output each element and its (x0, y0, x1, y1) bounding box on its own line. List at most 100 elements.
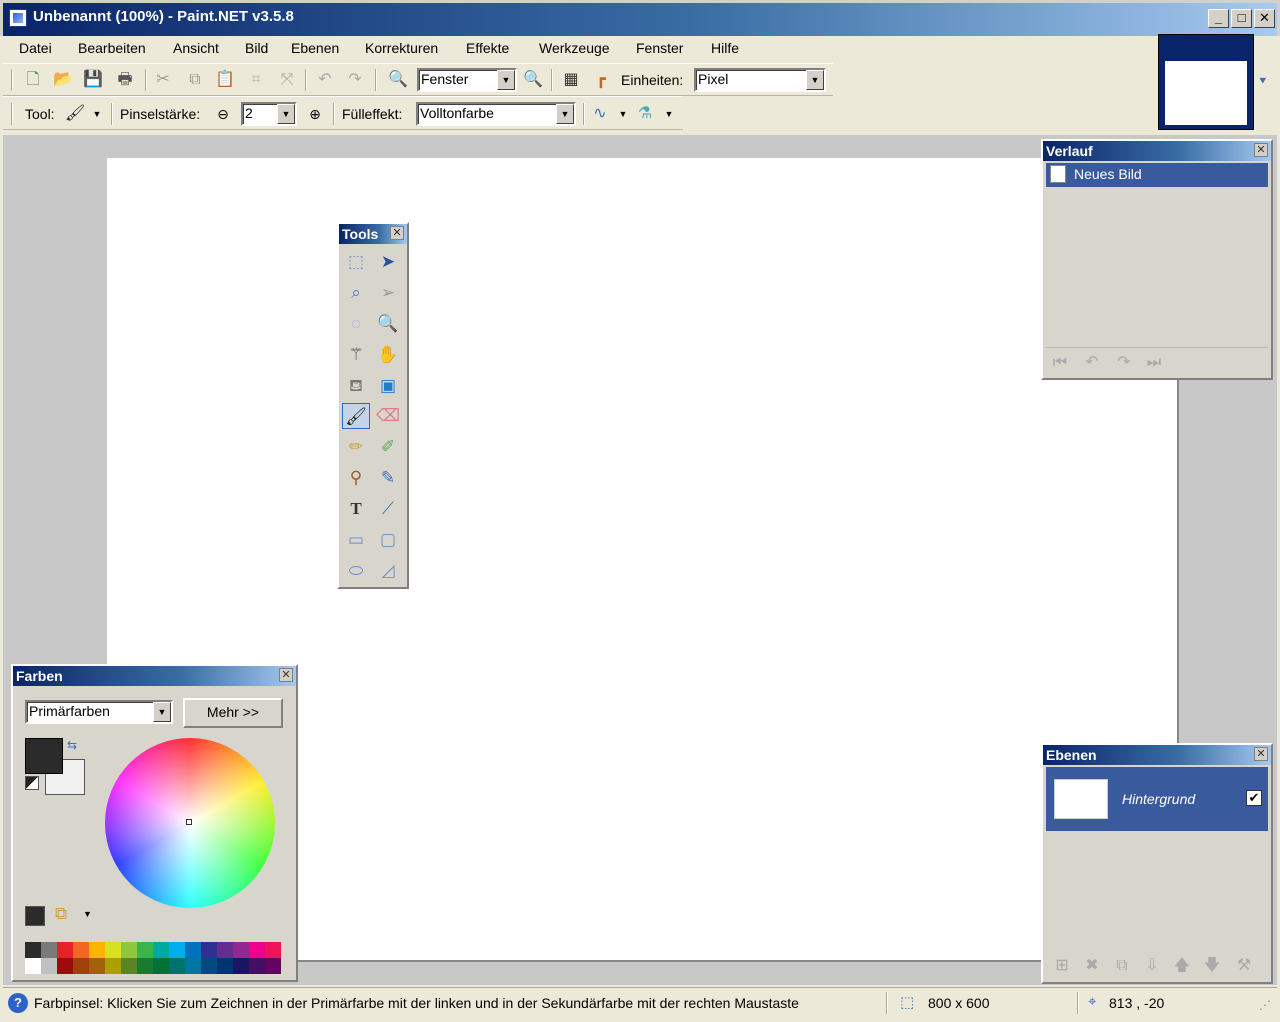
copy-icon[interactable]: ⧉ (185, 70, 205, 90)
text-icon[interactable]: T (342, 496, 370, 522)
minimize-button[interactable]: _ (1208, 9, 1229, 28)
palette-swatch[interactable] (265, 958, 281, 974)
antialias-icon[interactable]: ∿ (590, 104, 610, 124)
move-selection-icon[interactable]: ➢ (374, 280, 402, 306)
menu-bild[interactable]: Bild (245, 40, 268, 56)
more-button[interactable]: Mehr >> (183, 698, 283, 728)
brush-width-select[interactable]: 2 ▼ (241, 102, 297, 126)
palette-swatch[interactable] (249, 958, 265, 974)
magic-wand-icon[interactable]: ⚚ (342, 342, 370, 368)
blend-mode-icon[interactable]: ⚗ (635, 104, 655, 124)
color-picker-icon[interactable]: ✐ (374, 434, 402, 460)
layer-properties-icon[interactable]: ⚒ (1234, 956, 1254, 976)
palette-swatch[interactable] (201, 942, 217, 958)
history-item[interactable]: Neues Bild (1046, 163, 1268, 187)
palette-swatch[interactable] (137, 958, 153, 974)
palette-swatch[interactable] (233, 958, 249, 974)
clone-stamp-icon[interactable]: ⚲ (342, 465, 370, 491)
zoom-in-icon[interactable]: 🔍 (523, 70, 543, 90)
palette-swatch[interactable] (57, 942, 73, 958)
close-icon[interactable]: ✕ (1254, 747, 1268, 761)
palette-swatch[interactable] (57, 958, 73, 974)
eraser-icon[interactable]: ⌫ (374, 403, 402, 429)
palette-swatch[interactable] (185, 958, 201, 974)
color-mode-select[interactable]: Primärfarben ▼ (25, 700, 173, 724)
redo-icon[interactable]: ↷ (1114, 353, 1134, 373)
palette-swatch[interactable] (41, 942, 57, 958)
menu-fenster[interactable]: Fenster (636, 40, 683, 56)
palette-swatch[interactable] (73, 942, 89, 958)
paintbrush-icon[interactable]: 🖌 (342, 403, 370, 429)
palette-swatch[interactable] (105, 958, 121, 974)
swap-colors-icon[interactable]: ⇆ (67, 738, 77, 752)
image-thumbnail[interactable] (1158, 34, 1254, 130)
palette-swatch[interactable] (169, 958, 185, 974)
palette-swatch[interactable] (89, 942, 105, 958)
paintbrush-icon[interactable]: 🖌 (65, 104, 85, 124)
last-step-icon[interactable]: ⏭ (1144, 353, 1164, 373)
merge-down-icon[interactable]: ⇩ (1142, 956, 1162, 976)
move-down-icon[interactable]: 🡇 (1202, 956, 1222, 976)
palette-swatch[interactable] (185, 942, 201, 958)
lasso-icon[interactable]: ⌕ (342, 280, 370, 306)
history-panel-title[interactable]: Verlauf (1043, 141, 1271, 161)
maximize-button[interactable]: □ (1231, 9, 1252, 28)
first-step-icon[interactable]: ⏮ (1050, 353, 1070, 373)
chevron-down-icon[interactable]: ▼ (83, 909, 92, 919)
palette-swatch[interactable] (233, 942, 249, 958)
menu-effekte[interactable]: Effekte (466, 40, 509, 56)
menu-bearbeiten[interactable]: Bearbeiten (78, 40, 146, 56)
palette-swatch[interactable] (41, 958, 57, 974)
close-button[interactable]: ✕ (1254, 9, 1275, 28)
ellipse-select-icon[interactable]: ◌ (342, 311, 370, 337)
add-layer-icon[interactable]: ⊞ (1052, 956, 1072, 976)
undo-icon[interactable]: ↶ (1082, 353, 1102, 373)
palette-menu-icon[interactable]: ⧉ (55, 904, 67, 924)
palette-swatch[interactable] (265, 942, 281, 958)
chevron-down-icon[interactable]: ▼ (87, 104, 107, 124)
palette-swatch[interactable] (121, 942, 137, 958)
zoom-icon[interactable]: 🔍 (374, 311, 402, 337)
chevron-down-icon[interactable]: ⯆ (1258, 74, 1268, 89)
rounded-rectangle-icon[interactable]: ▢ (374, 527, 402, 553)
redo-icon[interactable]: ↷ (345, 70, 365, 90)
delete-layer-icon[interactable]: ✖ (1082, 956, 1102, 976)
close-icon[interactable]: ✕ (390, 226, 404, 240)
chevron-down-icon[interactable]: ▼ (659, 104, 679, 124)
palette-swatch[interactable] (137, 942, 153, 958)
paint-bucket-icon[interactable]: ⛾ (342, 373, 370, 399)
ellipse-icon[interactable]: ⬭ (342, 558, 370, 584)
close-icon[interactable]: ✕ (279, 668, 293, 682)
palette-swatch[interactable] (105, 942, 121, 958)
palette-swatch[interactable] (25, 958, 41, 974)
increase-width-icon[interactable]: ⊕ (305, 104, 325, 124)
line-curve-icon[interactable]: ⟋ (374, 496, 402, 522)
menu-ebenen[interactable]: Ebenen (291, 40, 339, 56)
palette-swatch[interactable] (153, 958, 169, 974)
palette-swatch[interactable] (169, 942, 185, 958)
decrease-width-icon[interactable]: ⊖ (213, 104, 233, 124)
crop-icon[interactable]: ⌗ (246, 70, 266, 90)
cut-icon[interactable]: ✂ (153, 70, 173, 90)
palette-swatch[interactable] (249, 942, 265, 958)
close-icon[interactable]: ✕ (1254, 143, 1268, 157)
palette-swatch[interactable] (217, 942, 233, 958)
freeform-shape-icon[interactable]: ◿ (374, 558, 402, 584)
new-image-icon[interactable]: 🗋 (23, 70, 43, 90)
menu-datei[interactable]: Datei (19, 40, 52, 56)
print-icon[interactable]: 🖶 (115, 70, 135, 90)
add-to-palette-icon[interactable] (25, 906, 45, 926)
layer-row[interactable]: Hintergrund ✔ (1046, 767, 1268, 831)
units-select[interactable]: Pixel ▼ (694, 68, 826, 92)
menu-ansicht[interactable]: Ansicht (173, 40, 219, 56)
undo-icon[interactable]: ↶ (315, 70, 335, 90)
palette-swatch[interactable] (201, 958, 217, 974)
duplicate-layer-icon[interactable]: ⧉ (1112, 956, 1132, 976)
palette-swatch[interactable] (153, 942, 169, 958)
fill-select[interactable]: Volltonfarbe ▼ (416, 102, 576, 126)
colors-panel-title[interactable]: Farben (13, 666, 296, 686)
zoom-select[interactable]: Fenster ▼ (417, 68, 517, 92)
menu-hilfe[interactable]: Hilfe (711, 40, 739, 56)
primary-color-swatch[interactable] (25, 738, 63, 774)
move-selected-icon[interactable]: ➤ (374, 249, 402, 275)
